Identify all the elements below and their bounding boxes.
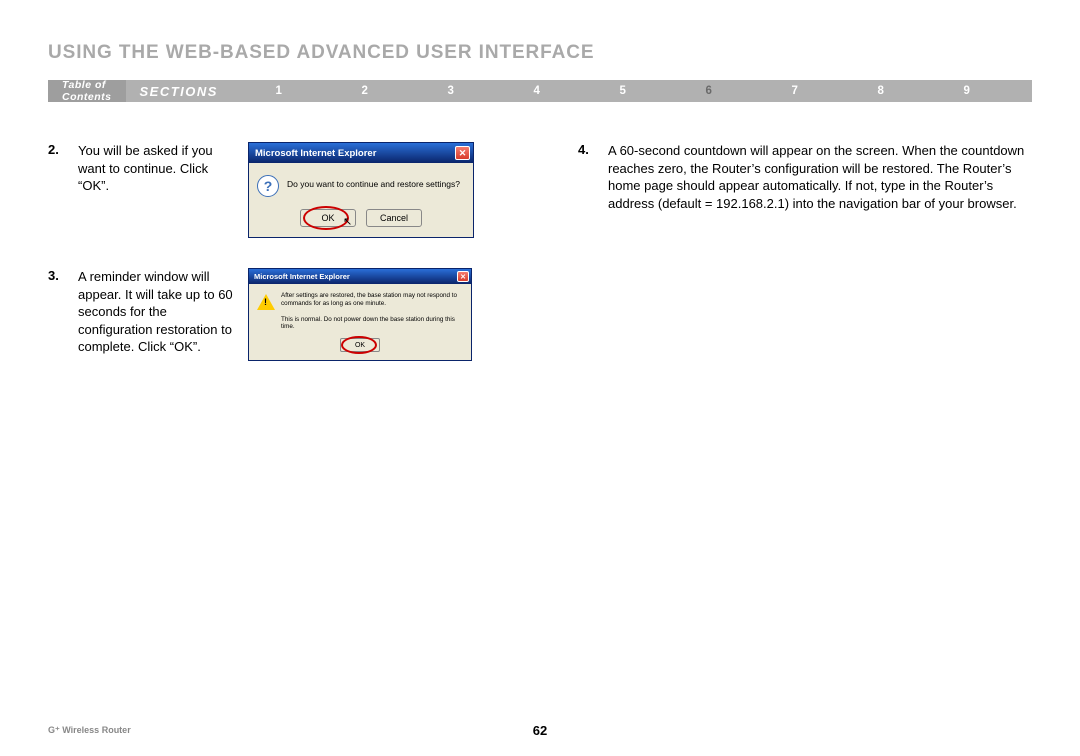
step-3-text: A reminder window will appear. It will t… xyxy=(78,268,248,356)
step-4-number: 4. xyxy=(578,142,608,157)
nav-section-2[interactable]: 2 xyxy=(322,85,408,97)
confirm-dialog-message: Do you want to continue and restore sett… xyxy=(287,175,460,189)
nav-section-1[interactable]: 1 xyxy=(236,85,322,97)
nav-section-10[interactable]: 10 xyxy=(1010,85,1080,97)
reminder-dialog-line1: After settings are restored, the base st… xyxy=(281,292,463,308)
step-2-number: 2. xyxy=(48,142,78,157)
nav-section-numbers: 1 2 3 4 5 6 7 8 9 10 xyxy=(236,85,1080,97)
reminder-dialog-titlebar: Microsoft Internet Explorer ✕ xyxy=(249,269,471,284)
reminder-dialog-line2: This is normal. Do not power down the ba… xyxy=(249,314,471,334)
footer-product-name: G⁺ Wireless Router xyxy=(48,725,131,736)
nav-section-6[interactable]: 6 xyxy=(666,85,752,97)
confirm-dialog-title: Microsoft Internet Explorer xyxy=(255,148,376,159)
confirm-dialog-titlebar: Microsoft Internet Explorer ✕ xyxy=(249,143,473,163)
page-footer: G⁺ Wireless Router 62 xyxy=(48,725,1032,736)
reminder-dialog: Microsoft Internet Explorer ✕ After sett… xyxy=(248,268,472,361)
ok-button[interactable]: OK xyxy=(340,338,380,352)
confirm-dialog: Microsoft Internet Explorer ✕ ? Do you w… xyxy=(248,142,474,238)
nav-sections-label: SECTIONS xyxy=(126,84,236,99)
section-nav: Table of Contents SECTIONS 1 2 3 4 5 6 7… xyxy=(48,80,1032,102)
nav-toc-link[interactable]: Table of Contents xyxy=(48,80,126,102)
footer-page-number: 62 xyxy=(533,723,547,738)
ok-button[interactable]: OK xyxy=(300,209,356,227)
step-2: 2. You will be asked if you want to cont… xyxy=(48,142,548,238)
nav-section-4[interactable]: 4 xyxy=(494,85,580,97)
step-4: 4. A 60-second countdown will appear on … xyxy=(578,142,1032,212)
close-icon[interactable]: ✕ xyxy=(457,271,469,282)
nav-section-3[interactable]: 3 xyxy=(408,85,494,97)
step-3-number: 3. xyxy=(48,268,78,283)
step-2-text: You will be asked if you want to continu… xyxy=(78,142,248,195)
step-3: 3. A reminder window will appear. It wil… xyxy=(48,268,548,361)
question-icon: ? xyxy=(257,175,279,197)
nav-section-9[interactable]: 9 xyxy=(924,85,1010,97)
close-icon[interactable]: ✕ xyxy=(455,146,470,160)
page-title: USING THE WEB-BASED ADVANCED USER INTERF… xyxy=(48,42,1032,64)
warning-icon xyxy=(257,294,275,310)
step-4-text: A 60-second countdown will appear on the… xyxy=(608,142,1032,212)
nav-section-8[interactable]: 8 xyxy=(838,85,924,97)
reminder-dialog-title: Microsoft Internet Explorer xyxy=(254,272,350,281)
nav-section-7[interactable]: 7 xyxy=(752,85,838,97)
nav-section-5[interactable]: 5 xyxy=(580,85,666,97)
cancel-button[interactable]: Cancel xyxy=(366,209,422,227)
